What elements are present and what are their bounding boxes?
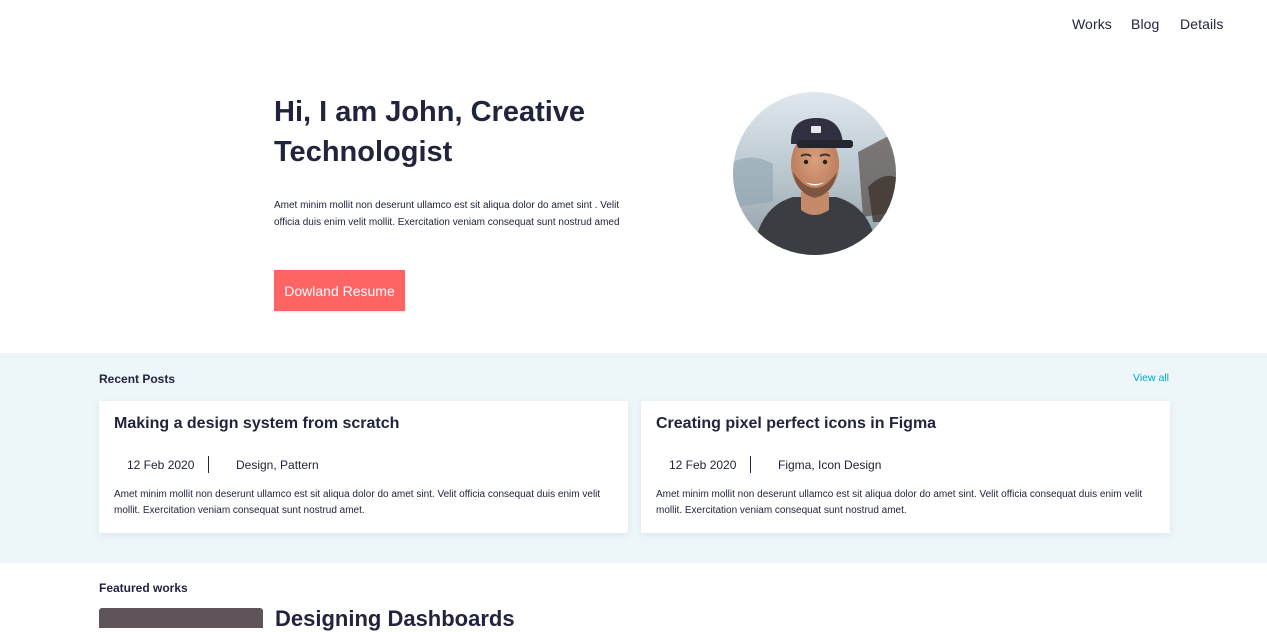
post-excerpt: Amet minim mollit non deserunt ullamco e… — [114, 489, 601, 516]
profile-avatar — [733, 92, 896, 255]
nav-link-details[interactable]: Details — [1180, 16, 1224, 32]
post-date: 12 Feb 2020 — [127, 458, 195, 472]
view-all-link[interactable]: View all — [1133, 372, 1169, 384]
nav-link-blog[interactable]: Blog — [1131, 16, 1159, 32]
featured-works-heading: Featured works — [99, 581, 188, 595]
profile-photo — [733, 92, 896, 255]
hero-title: Hi, I am John, Creative Technologist — [274, 92, 654, 172]
hero-title-line-1: Hi, I am John, Creative — [274, 96, 586, 128]
post-tags: Design, Pattern — [236, 458, 319, 472]
featured-work-title[interactable]: Designing Dashboards — [275, 606, 515, 632]
post-title[interactable]: Creating pixel perfect icons in Figma — [656, 415, 936, 433]
recent-posts-heading: Recent Posts — [99, 372, 176, 386]
post-date: 12 Feb 2020 — [669, 458, 737, 472]
post-excerpt: Amet minim mollit non deserunt ullamco e… — [656, 489, 1143, 516]
hero-description: Amet minim mollit non deserunt ullamco e… — [274, 200, 620, 228]
download-resume-button[interactable]: Dowland Resume — [274, 270, 405, 311]
post-tags: Figma, Icon Design — [778, 458, 882, 472]
post-title[interactable]: Making a design system from scratch — [114, 415, 399, 433]
featured-work-thumbnail[interactable] — [99, 608, 263, 628]
post-meta-divider — [208, 456, 209, 473]
hero-title-line-2: Technologist — [274, 136, 453, 168]
post-card[interactable]: Creating pixel perfect icons in Figma 12… — [641, 401, 1170, 533]
top-navigation: Works Blog Details — [0, 0, 1267, 50]
recent-posts-section: Recent Posts View all Making a design sy… — [0, 353, 1267, 563]
post-card[interactable]: Making a design system from scratch 12 F… — [99, 401, 628, 533]
post-meta-divider — [750, 456, 751, 473]
nav-link-works[interactable]: Works — [1072, 16, 1112, 32]
